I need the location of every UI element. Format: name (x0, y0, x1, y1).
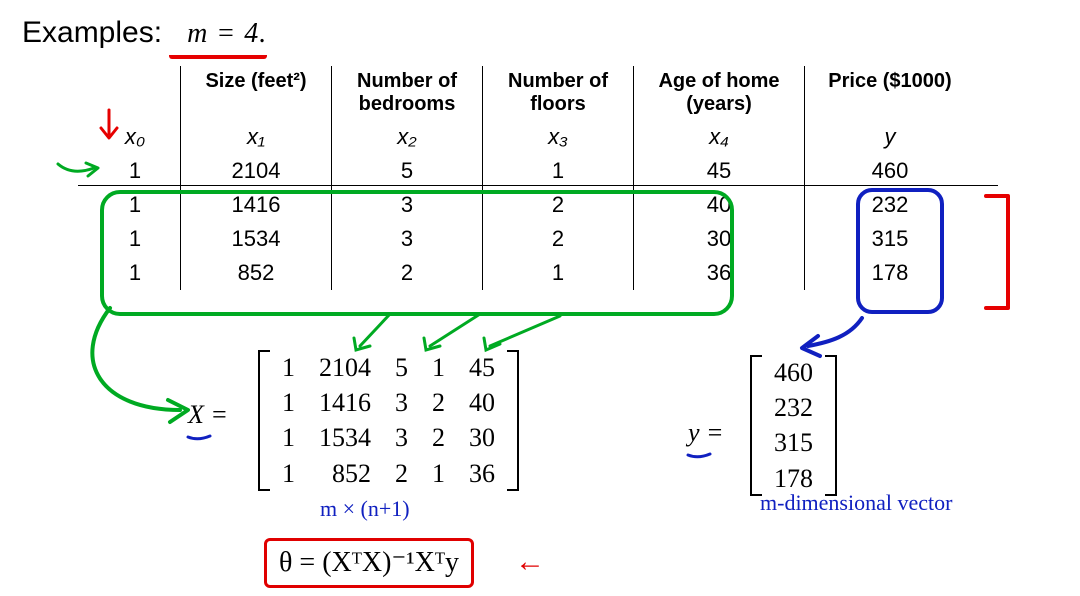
table-row: 1 1534 3 2 30 315 (90, 222, 975, 256)
bracket-left-icon (750, 355, 762, 496)
red-underline (169, 50, 267, 59)
bracket-right-icon (825, 355, 837, 496)
sym-x4: x₄ (634, 120, 805, 154)
header-x4: Age of home (years) (634, 66, 805, 120)
vector-y: 460 232 315 178 (750, 355, 837, 496)
normal-equation: θ = (XᵀX)⁻¹Xᵀy (279, 547, 459, 578)
X-underline-icon (186, 432, 216, 442)
y-underline-icon (686, 450, 716, 460)
matrix-X: 121045145 114163240 115343230 18522136 (258, 350, 519, 491)
sym-x3: x₃ (483, 120, 634, 154)
table-row: 1 1416 3 2 40 232 (90, 188, 975, 222)
header-x2: Number of bedrooms (332, 66, 483, 120)
red-rows-bracket-icon (982, 190, 1022, 320)
table-row: 1 2104 5 1 45 460 (90, 154, 975, 188)
sym-x0: x₀ (90, 120, 181, 154)
y-label: y = (688, 418, 724, 448)
bracket-left-icon (258, 350, 270, 491)
header-x3: Number of floors (483, 66, 634, 120)
bracket-right-icon (507, 350, 519, 491)
table-header-row: Size (feet²) Number of bedrooms Number o… (90, 66, 975, 120)
sym-x2: x₂ (332, 120, 483, 154)
sym-y: y (805, 120, 976, 154)
normal-equation-box: θ = (XᵀX)⁻¹Xᵀy (264, 538, 474, 588)
X-label: X = (188, 400, 228, 430)
vector-y-cells: 460 232 315 178 (762, 355, 825, 496)
X-dim-annotation: m × (n+1) (320, 496, 410, 522)
red-arrow-left: ← (515, 545, 545, 579)
header-x0 (90, 66, 181, 120)
header-y: Price ($1000) (805, 66, 976, 120)
table-symbol-row: x₀ x₁ x₂ x₃ x₄ y (90, 120, 975, 154)
sym-x1: x₁ (181, 120, 332, 154)
matrix-X-cells: 121045145 114163240 115343230 18522136 (270, 350, 507, 491)
table-hrule (78, 185, 998, 186)
m-equals-4: m = 4. (187, 18, 267, 49)
y-dim-annotation: m-dimensional vector (760, 490, 952, 516)
table-row: 1 852 2 1 36 178 (90, 256, 975, 290)
heading: Examples: m = 4. (22, 16, 267, 50)
feature-table: Size (feet²) Number of bedrooms Number o… (90, 66, 975, 290)
examples-label: Examples: (22, 16, 162, 49)
header-x1: Size (feet²) (181, 66, 332, 120)
